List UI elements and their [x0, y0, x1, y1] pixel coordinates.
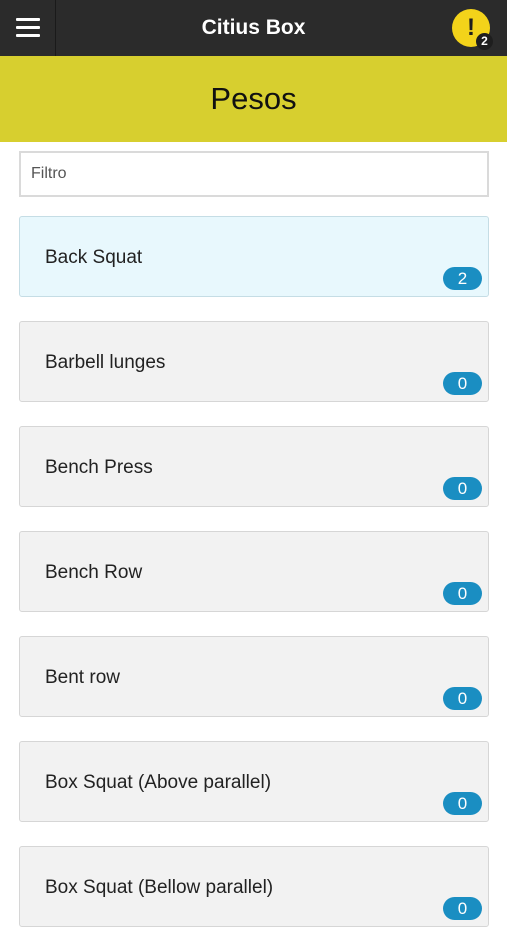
list-item-label: Box Squat (Above parallel)	[45, 772, 272, 793]
count-badge: 0	[443, 897, 482, 920]
list-item[interactable]: Bench Press 0	[19, 426, 489, 507]
list-item[interactable]: Barbell lunges 0	[19, 321, 489, 402]
list-item[interactable]: Box Squat (Above parallel) 0	[19, 741, 489, 822]
page-title: Pesos	[210, 81, 297, 116]
notifications-button[interactable]: ! 2	[452, 9, 493, 50]
count-badge: 0	[443, 372, 482, 395]
list-item-label: Barbell lunges	[45, 352, 166, 373]
list-item-label: Bent row	[45, 667, 120, 688]
list-item-label: Back Squat	[45, 247, 143, 268]
count-badge: 0	[443, 687, 482, 710]
list-item[interactable]: Box Squat (Bellow parallel) 0	[19, 846, 489, 927]
list-item[interactable]: Back Squat 2	[19, 216, 489, 297]
count-badge: 0	[443, 477, 482, 500]
list-item-label: Bench Press	[45, 457, 153, 478]
list-item-label: Bench Row	[45, 562, 143, 583]
menu-button[interactable]	[0, 0, 56, 56]
hamburger-menu-icon	[15, 18, 40, 38]
count-badge: 0	[443, 792, 482, 815]
notification-count-badge: 2	[476, 33, 493, 50]
list-item[interactable]: Bench Row 0	[19, 531, 489, 612]
list-item-label: Box Squat (Bellow parallel)	[45, 877, 274, 898]
exercise-list: Back Squat 2 Barbell lunges 0 Bench Pres…	[19, 216, 489, 951]
section-banner: Pesos	[0, 56, 507, 142]
count-badge: 0	[443, 582, 482, 605]
list-item[interactable]: Bent row 0	[19, 636, 489, 717]
filter-input[interactable]	[19, 151, 489, 197]
app-title: Citius Box	[201, 16, 306, 39]
count-badge: 2	[443, 267, 482, 290]
top-app-bar: Citius Box ! 2	[0, 0, 507, 56]
